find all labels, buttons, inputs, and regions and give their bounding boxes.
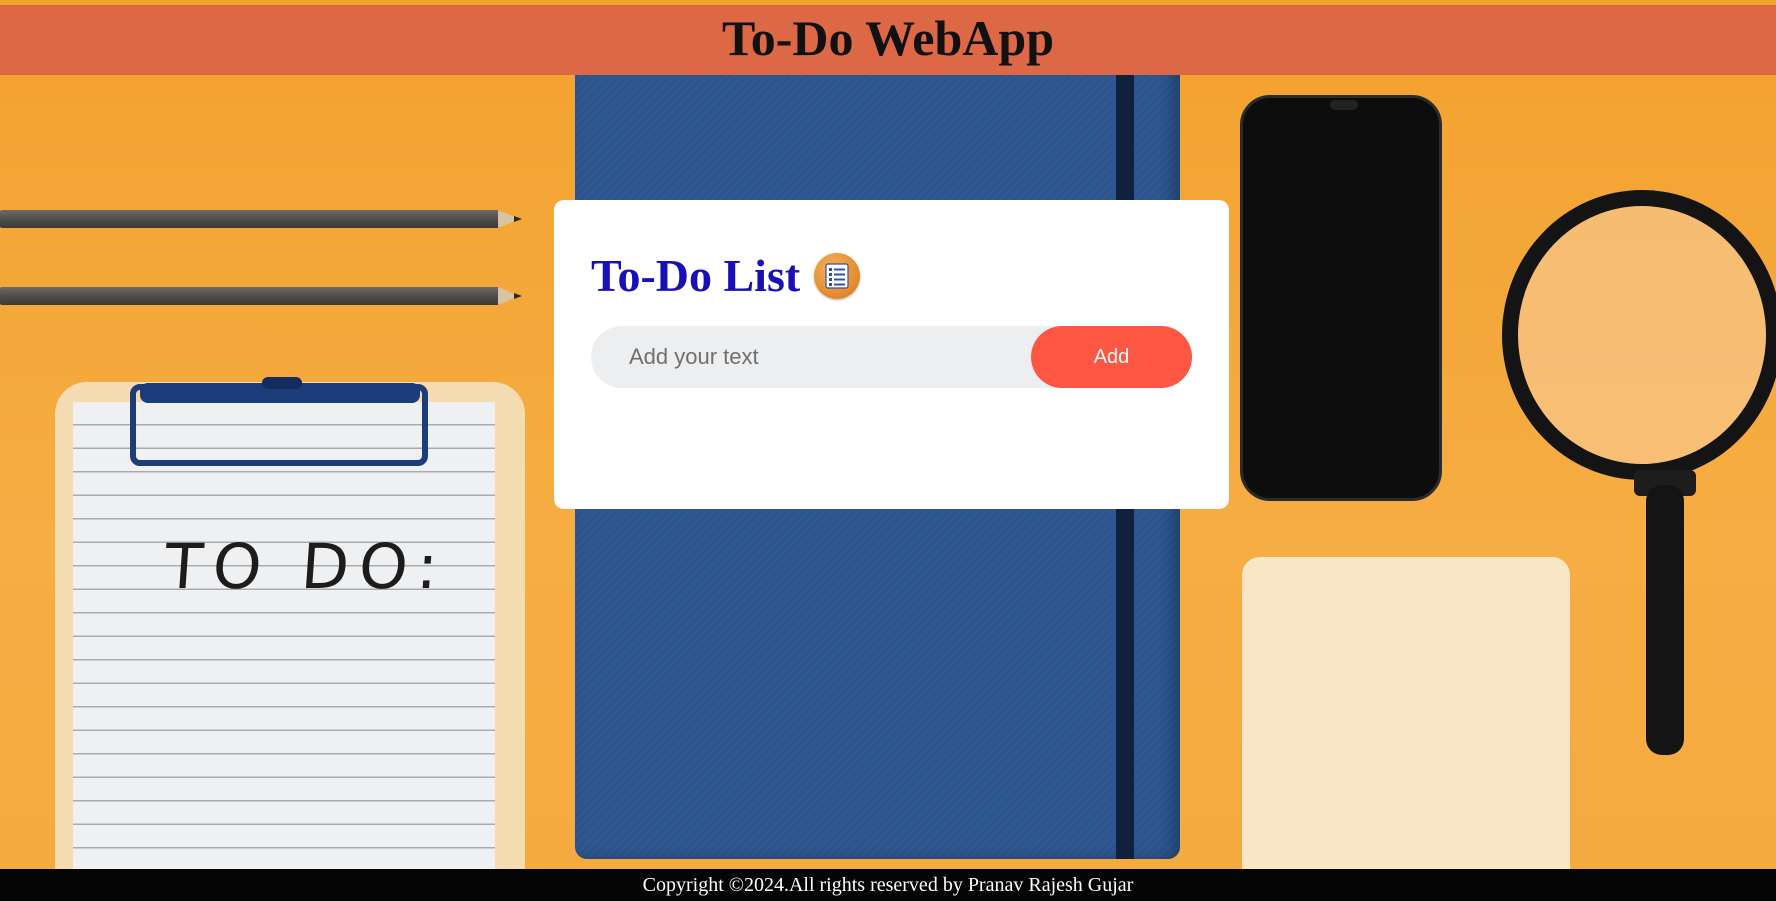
handwritten-todo-text: TO DO:	[162, 530, 451, 603]
app-footer: Copyright ©2024.All rights reserved by P…	[0, 869, 1776, 901]
app-header: To-Do WebApp	[0, 5, 1776, 75]
card-title: To-Do List	[591, 250, 801, 301]
checklist-icon	[814, 253, 861, 299]
app-title: To-Do WebApp	[721, 10, 1055, 66]
notepad-illustration	[1242, 557, 1570, 901]
magnifier-handle-illustration	[1646, 485, 1684, 755]
add-task-row: Add	[591, 326, 1192, 388]
clip-ring-illustration	[130, 384, 428, 466]
magnifier-lens-illustration	[1502, 190, 1776, 480]
add-button[interactable]: Add	[1031, 326, 1192, 388]
pencil-illustration	[0, 210, 522, 228]
pencil-illustration	[0, 287, 522, 305]
phone-illustration	[1240, 95, 1442, 501]
copyright-text: Copyright ©2024.All rights reserved by P…	[642, 873, 1134, 896]
todo-card: To-Do List Add	[554, 200, 1229, 509]
card-title-row: To-Do List	[591, 251, 1192, 301]
clip-knob-illustration	[262, 377, 302, 389]
phone-notch-illustration	[1330, 100, 1358, 110]
task-input[interactable]	[591, 326, 1061, 388]
lined-paper-illustration	[73, 402, 495, 901]
